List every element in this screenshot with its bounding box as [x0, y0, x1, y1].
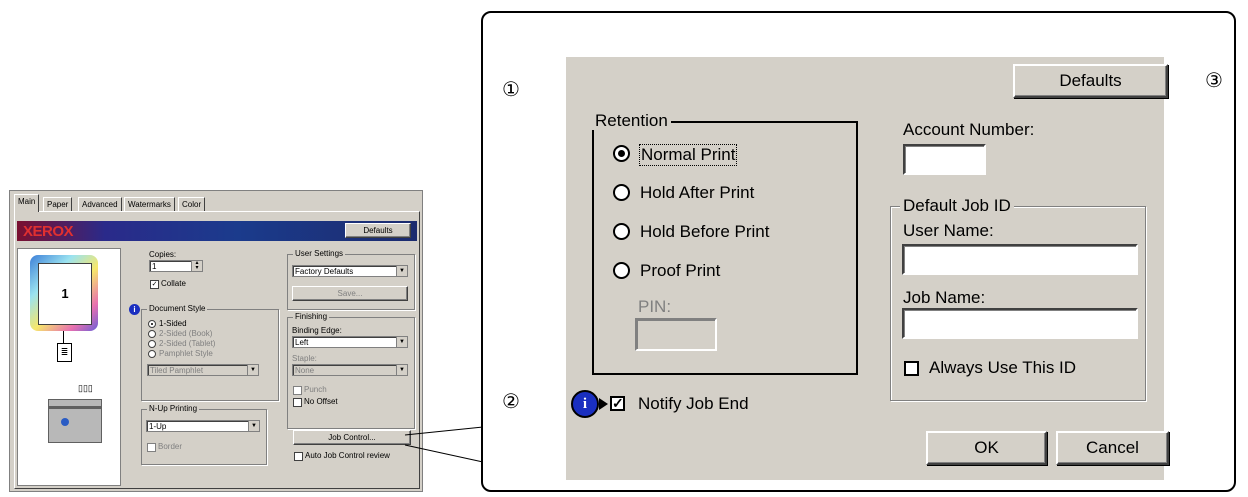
account-number-input[interactable] [903, 144, 986, 175]
job-control-dialog: Defaults Retention Normal Print Hold Aft… [566, 57, 1169, 480]
job-name-input[interactable] [902, 308, 1138, 339]
callout-3: ③ [1205, 70, 1223, 92]
cancel-button[interactable]: Cancel [1056, 431, 1169, 465]
ok-button[interactable]: OK [926, 431, 1047, 465]
normal-print-label: Normal Print [639, 144, 738, 166]
user-name-input[interactable] [902, 244, 1138, 275]
always-use-id-checkbox[interactable] [904, 361, 919, 376]
job-name-label: Job Name: [903, 288, 986, 307]
default-job-id-title: Default Job ID [900, 197, 1014, 215]
dialog-defaults-button[interactable]: Defaults [1013, 64, 1168, 98]
tab-main[interactable]: Main [14, 194, 40, 212]
info-arrow-icon [599, 398, 608, 410]
hold-after-print-label: Hold After Print [640, 183, 755, 202]
radio-hold-after-print[interactable] [613, 184, 630, 201]
user-name-label: User Name: [903, 221, 994, 240]
pin-input[interactable] [635, 318, 717, 351]
callout-2: ② [502, 391, 520, 413]
retention-title: Retention [592, 112, 671, 130]
notify-job-end-label: Notify Job End [638, 394, 749, 413]
proof-print-label: Proof Print [640, 261, 721, 280]
always-use-id-label: Always Use This ID [929, 358, 1077, 377]
radio-proof-print[interactable] [613, 262, 630, 279]
radio-normal-print[interactable] [613, 145, 630, 162]
account-number-label: Account Number: [903, 120, 1035, 139]
hold-before-print-label: Hold Before Print [640, 222, 770, 241]
pin-label: PIN: [638, 297, 672, 316]
callout-1: ① [502, 79, 520, 101]
info-icon[interactable]: i [571, 390, 599, 418]
radio-hold-before-print[interactable] [613, 223, 630, 240]
notify-job-end-checkbox[interactable]: ✓ [610, 396, 625, 411]
